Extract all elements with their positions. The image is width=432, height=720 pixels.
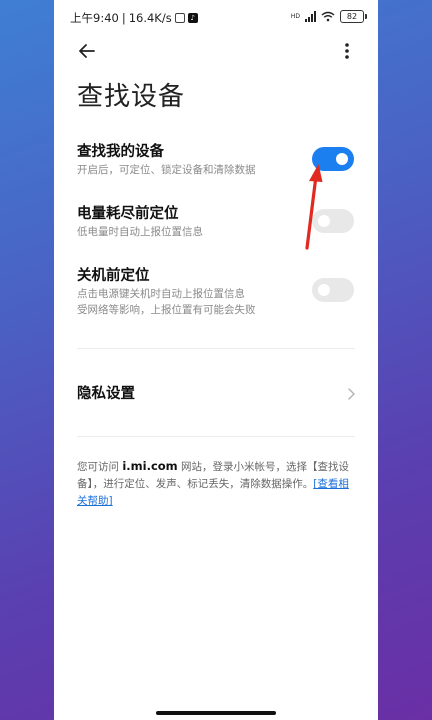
back-arrow-icon[interactable] [74, 38, 100, 64]
status-separator: | [121, 11, 126, 25]
toggle-knob [318, 215, 330, 227]
status-net-speed: 16.4K/s [128, 11, 172, 25]
privacy-settings-label: 隐私设置 [77, 386, 135, 402]
phone-screen: 上午9:40 | 16.4K/s ♪ HD 82 查找设备 查找我的设备 开启后… [54, 0, 378, 720]
divider [77, 348, 355, 349]
chevron-right-icon [348, 388, 355, 400]
tiktok-icon: ♪ [187, 13, 198, 23]
more-options-icon[interactable] [334, 38, 360, 64]
toggle-knob [336, 153, 348, 165]
setting-subtitle-line2: 受网络等影响，上报位置有可能会失败 [77, 304, 256, 316]
toggle-knob [318, 284, 330, 296]
home-indicator[interactable] [156, 711, 276, 715]
status-time: 上午9:40 [70, 11, 119, 25]
shutdown-locate-toggle[interactable] [312, 278, 354, 302]
top-bar [54, 34, 378, 74]
status-bar: 上午9:40 | 16.4K/s ♪ HD 82 [54, 0, 378, 34]
signal-icon [305, 11, 316, 22]
app-notification-icon [174, 13, 185, 23]
low-battery-locate-toggle[interactable] [312, 209, 354, 233]
help-url[interactable]: i.mi.com [122, 459, 177, 473]
page-title: 查找设备 [77, 82, 186, 112]
divider [77, 436, 355, 437]
find-my-device-toggle[interactable] [312, 147, 354, 171]
battery-icon: 82 [340, 10, 367, 23]
privacy-settings-item[interactable]: 隐私设置 [77, 382, 357, 406]
signal-hd-label: HD [290, 12, 300, 20]
help-text: 您可访问 i.mi.com 网站，登录小米帐号，选择【查找设备】，进行定位、发声… [77, 458, 357, 510]
help-prefix: 您可访问 [77, 461, 123, 473]
wifi-icon [321, 11, 335, 22]
